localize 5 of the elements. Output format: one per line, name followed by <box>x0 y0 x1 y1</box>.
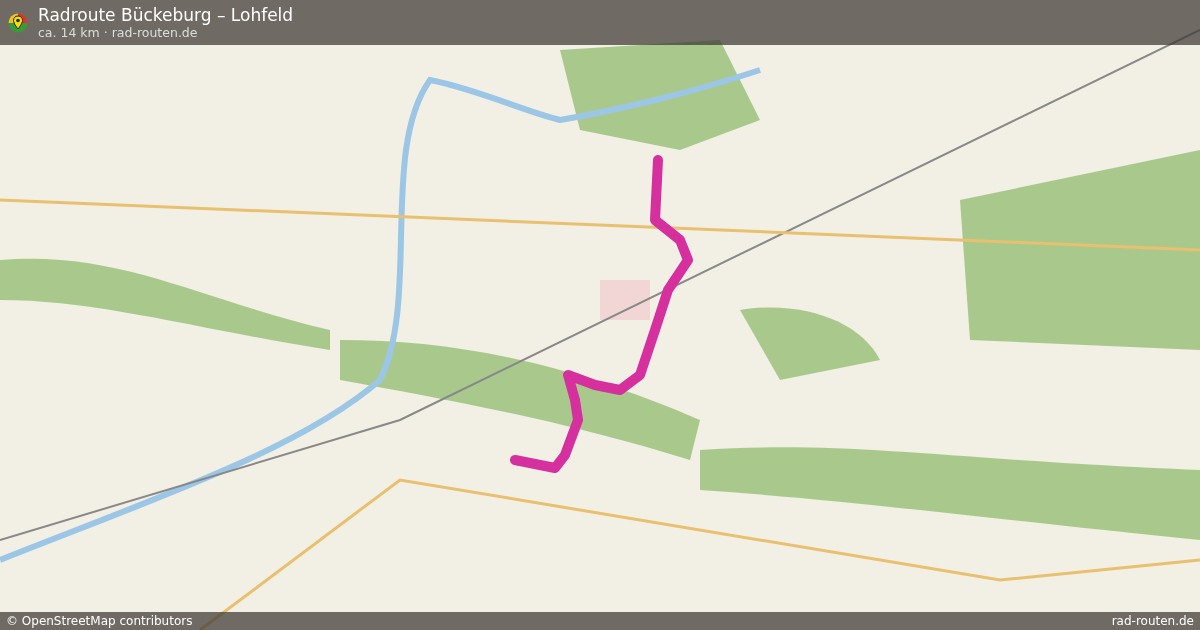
attribution-text: © OpenStreetMap contributors <box>6 614 193 628</box>
route-subtitle: ca. 14 km · rad-routen.de <box>38 25 199 40</box>
route-title: Radroute Bückeburg – Lohfeld <box>38 5 294 25</box>
map-pin-icon <box>8 12 28 33</box>
site-name: rad-routen.de <box>1111 614 1194 628</box>
